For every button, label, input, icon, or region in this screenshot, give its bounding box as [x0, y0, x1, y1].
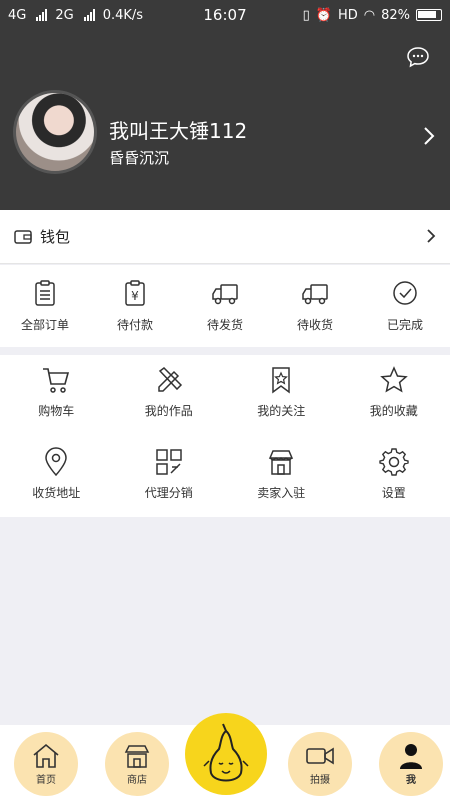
- order-label: 全部订单: [20, 318, 69, 332]
- nav-shoot[interactable]: 拍摄: [288, 732, 352, 796]
- menu-grid: 购物车 我的作品 我的关注 我的收藏 收货地址 代理分销 卖家入驻 设置: [0, 355, 450, 517]
- my-works-button[interactable]: 我的作品: [113, 355, 226, 437]
- settings-button[interactable]: 设置: [338, 437, 450, 517]
- chevron-right-icon: [427, 229, 436, 243]
- profile-header[interactable]: 我叫王大锤112 昏昏沉沉: [0, 30, 450, 210]
- nav-home[interactable]: 首页: [14, 732, 78, 796]
- qr-grid-icon: [156, 449, 182, 475]
- order-to-ship-button[interactable]: 待发货: [180, 265, 270, 347]
- cart-button[interactable]: 购物车: [0, 355, 113, 437]
- order-all-button[interactable]: 全部订单: [0, 265, 90, 347]
- order-status-row: 全部订单 ¥ 待付款 待发货 待收货 已完成: [0, 265, 450, 347]
- video-camera-icon: [306, 747, 334, 764]
- network-4g-label: 4G: [8, 7, 27, 23]
- nav-label: 我: [406, 774, 416, 786]
- location-pin-icon: [45, 447, 68, 477]
- status-bar: 4G 2G 0.4K/s 16:07 ▯ ⏰ HD ◠ 82%: [0, 0, 450, 30]
- clipboard-icon: [35, 280, 55, 306]
- menu-label: 我的收藏: [369, 404, 418, 418]
- nav-label: 拍摄: [310, 774, 330, 786]
- network-speed: 0.4K/s: [102, 7, 144, 23]
- order-label: 待付款: [116, 318, 153, 332]
- menu-label: 购物车: [38, 404, 75, 418]
- nav-label: 首页: [36, 774, 56, 786]
- seller-join-button[interactable]: 卖家入驻: [225, 437, 338, 517]
- signal-bars-icon: [36, 9, 48, 21]
- wallet-label: 钱包: [40, 228, 71, 246]
- menu-label: 代理分销: [144, 486, 193, 500]
- order-unpaid-button[interactable]: ¥ 待付款: [90, 265, 180, 347]
- message-icon[interactable]: [406, 46, 430, 68]
- gear-icon: [379, 448, 409, 476]
- shipping-address-button[interactable]: 收货地址: [0, 437, 113, 517]
- nav-shop[interactable]: 商店: [105, 732, 169, 796]
- nav-center-mascot[interactable]: [185, 713, 267, 795]
- menu-label: 卖家入驻: [257, 486, 306, 500]
- chevron-right-icon[interactable]: [422, 126, 436, 146]
- menu-label: 设置: [381, 486, 406, 500]
- menu-label: 我的作品: [144, 404, 193, 418]
- nav-label: 商店: [127, 774, 147, 786]
- my-favorites-button[interactable]: 我的收藏: [338, 355, 450, 437]
- order-to-receive-button[interactable]: 待收货: [270, 265, 360, 347]
- battery-icon: [416, 9, 442, 21]
- avatar[interactable]: [13, 90, 97, 174]
- username: 我叫王大锤112: [109, 119, 248, 143]
- pencil-ruler-icon: [158, 367, 182, 392]
- order-completed-button[interactable]: 已完成: [360, 265, 450, 347]
- signal-bars-icon: [83, 9, 95, 21]
- yen-payment-icon: ¥: [125, 280, 145, 306]
- menu-label: 收货地址: [32, 486, 81, 500]
- alarm-icon: ⏰: [315, 7, 332, 23]
- wifi-icon: ◠: [363, 7, 376, 23]
- nav-me[interactable]: 我: [379, 732, 443, 796]
- hd-label: HD: [337, 7, 358, 23]
- star-icon: [379, 366, 408, 393]
- agent-distribution-button[interactable]: 代理分销: [113, 437, 226, 517]
- menu-label: 我的关注: [257, 404, 306, 418]
- network-2g-label: 2G: [55, 7, 74, 23]
- person-icon: [400, 743, 422, 769]
- pear-mascot-icon: [203, 723, 249, 782]
- clock: 16:07: [203, 6, 247, 24]
- svg-text:¥: ¥: [131, 289, 139, 303]
- order-label: 已完成: [386, 318, 423, 332]
- order-label: 待发货: [206, 318, 243, 332]
- cart-icon: [43, 368, 70, 393]
- store-icon: [269, 450, 294, 475]
- my-follows-button[interactable]: 我的关注: [225, 355, 338, 437]
- vibrate-icon: ▯: [302, 7, 310, 23]
- check-circle-icon: [393, 281, 417, 305]
- truck-icon: [302, 284, 328, 305]
- wallet-icon: [14, 229, 32, 244]
- truck-icon: [212, 284, 238, 305]
- home-icon: [33, 743, 59, 768]
- user-signature: 昏昏沉沉: [109, 149, 170, 167]
- order-label: 待收货: [296, 318, 333, 332]
- store-icon: [124, 744, 150, 768]
- wallet-row[interactable]: 钱包: [0, 210, 450, 264]
- bookmark-star-icon: [272, 367, 290, 394]
- bottom-nav: 首页 商店 拍摄 我: [0, 713, 450, 800]
- battery-percent: 82%: [381, 7, 410, 23]
